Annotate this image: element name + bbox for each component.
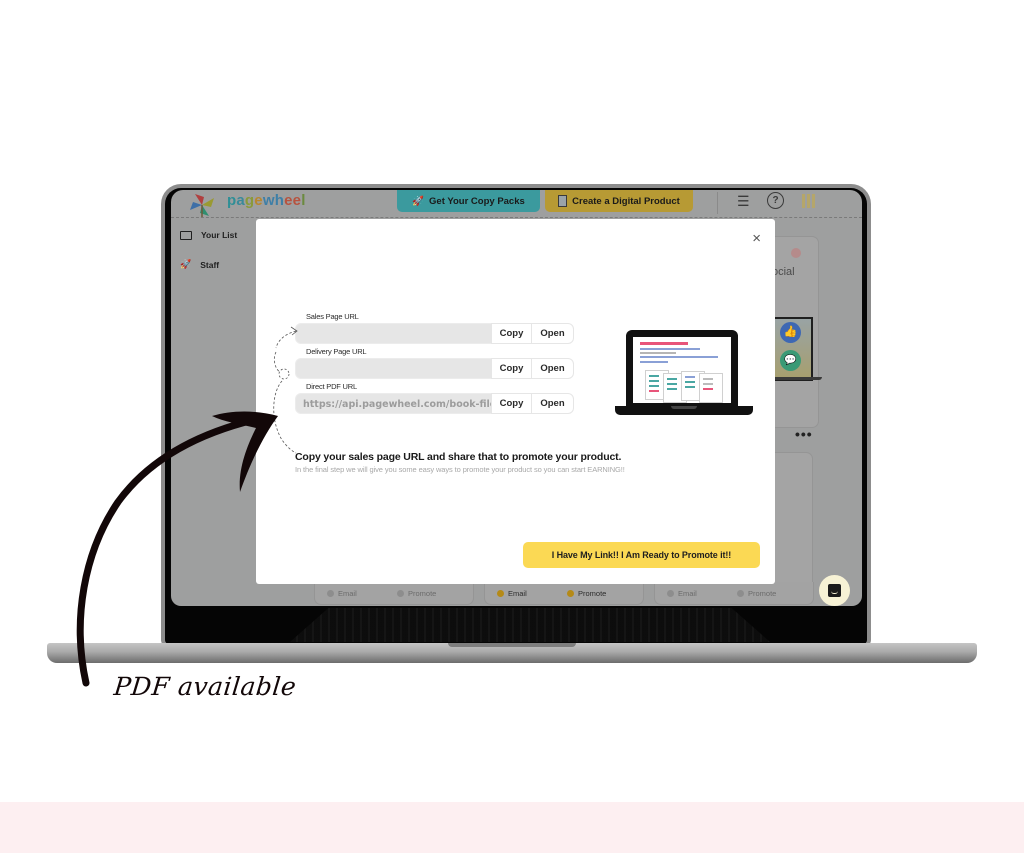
dashed-connector-node — [278, 368, 290, 380]
dashed-connector — [275, 330, 297, 349]
curved-arrow-head-icon — [212, 411, 278, 492]
dashed-connector — [273, 351, 297, 454]
dashed-connector-arrowhead — [290, 326, 298, 336]
curved-arrow-icon — [76, 414, 266, 687]
annotation-layer — [76, 326, 298, 687]
pdf-available-note: PDF available — [112, 672, 298, 701]
